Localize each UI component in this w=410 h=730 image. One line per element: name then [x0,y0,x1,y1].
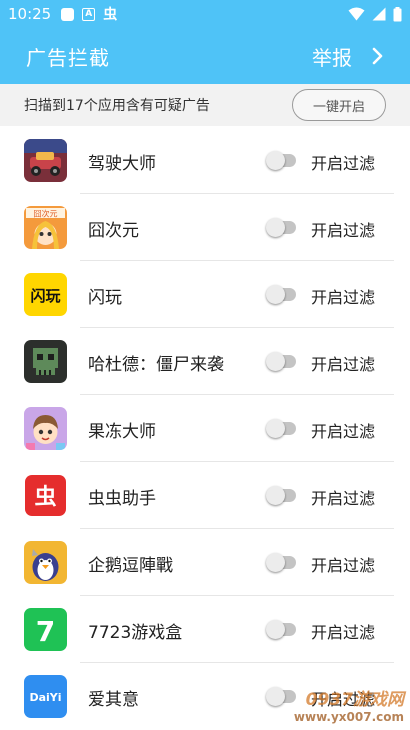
anime-icon-text: 囧次元 [34,209,58,219]
filter-toggle[interactable] [266,486,296,505]
app-name: 企鹅逗陣戰 [88,556,173,576]
wifi-icon [348,7,365,21]
filter-toggle-label: 开启过滤 [311,489,376,508]
app-name: 爱其意 [88,690,139,710]
app-list: 驾驶大师 开启过滤 囧次元 囧次元 开启过滤 闪玩 闪玩 开启过滤 哈杜德：僵尸… [0,127,410,730]
filter-toggle[interactable] [266,352,296,371]
scan-banner: 扫描到17个应用含有可疑广告 一键开启 [0,84,410,126]
list-item: 果冻大师 开启过滤 [0,395,410,462]
list-item: 哈杜德：僵尸来袭 开启过滤 [0,328,410,395]
watermark-text: 0937游戏网 [305,690,404,710]
filter-toggle[interactable] [266,687,296,706]
list-item: 闪玩 闪玩 开启过滤 [0,261,410,328]
filter-toggle-label: 开启过滤 [311,288,376,307]
shanwan-icon-text: 闪玩 [30,287,60,305]
app-name: 驾驶大师 [88,154,156,174]
7723-icon[interactable]: 7 [24,608,67,651]
site-watermark: 0937游戏网 www.yx007.com [294,692,404,726]
status-bar: 10:25 A 虫 [0,0,410,28]
page-title: 广告拦截 [26,45,110,70]
a-box-icon: A [82,7,96,21]
app-name: 哈杜德：僵尸来袭 [88,355,224,375]
filter-toggle[interactable] [266,553,296,572]
filter-toggle-label: 开启过滤 [311,154,376,173]
scan-result-text: 扫描到17个应用含有可疑广告 [24,98,210,114]
penguin-icon[interactable] [24,541,67,584]
filter-toggle-label: 开启过滤 [311,221,376,240]
watermark-url: www.yx007.com [293,710,404,724]
signal-icon [372,7,386,21]
aiyi-icon-text: DaiYi [29,691,61,704]
filter-toggle-label: 开启过滤 [311,422,376,441]
chevron-right-icon [372,47,383,65]
7723-icon-text: 7 [36,615,55,648]
filter-toggle[interactable] [266,218,296,237]
app-name: 虫虫助手 [88,489,156,509]
filter-toggle-label: 开启过滤 [311,623,376,642]
chong-app-icon: 虫 [103,7,118,23]
filter-toggle[interactable] [266,419,296,438]
app-name: 果冻大师 [88,422,156,442]
list-item: 企鹅逗陣戰 开启过滤 [0,529,410,596]
battery-icon [393,6,402,21]
chongchong-icon[interactable]: 虫 [24,474,67,517]
shanwan-icon[interactable]: 闪玩 [24,273,67,316]
car-game-icon[interactable] [24,139,67,182]
filter-toggle[interactable] [266,620,296,639]
aiyi-icon[interactable]: DaiYi [24,675,67,718]
list-item: 7 7723游戏盒 开启过滤 [0,596,410,663]
list-item: 虫 虫虫助手 开启过滤 [0,462,410,529]
filter-toggle-label: 开启过滤 [311,556,376,575]
list-item: 囧次元 囧次元 开启过滤 [0,194,410,261]
one-key-enable-button[interactable]: 一键开启 [292,89,386,121]
zombie-skull-icon[interactable] [24,340,67,383]
square-notification-icon [61,7,75,21]
filter-toggle[interactable] [266,151,296,170]
status-time: 10:25 [8,5,52,23]
filter-toggle[interactable] [266,285,296,304]
app-name: 囧次元 [88,221,139,241]
app-name: 闪玩 [88,288,122,308]
app-name: 7723游戏盒 [88,623,183,643]
list-item: 驾驶大师 开启过滤 [0,127,410,194]
app-header: 广告拦截 举报 [0,28,410,84]
report-button[interactable]: 举报 [312,42,384,71]
filter-toggle-label: 开启过滤 [311,355,376,374]
jelly-kid-icon[interactable] [24,407,67,450]
report-label: 举报 [312,45,352,70]
chongchong-icon-text: 虫 [34,484,56,510]
anime-girl-icon[interactable]: 囧次元 [24,206,67,249]
